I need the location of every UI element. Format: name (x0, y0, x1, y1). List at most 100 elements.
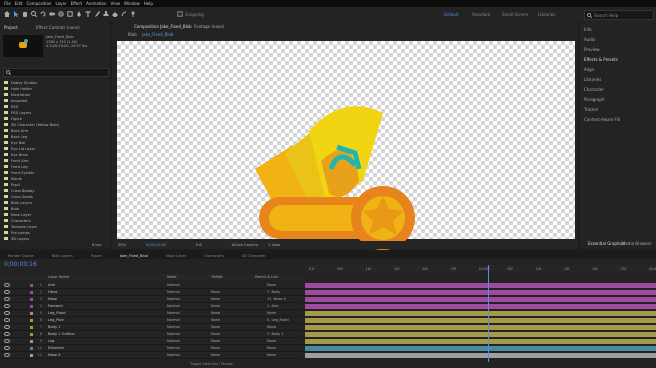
folder-icon (4, 183, 8, 186)
ruler-tick-label: 05f (507, 267, 513, 271)
layer-duration-bar[interactable] (305, 283, 656, 288)
workspace-small-screen[interactable]: Small Screen (502, 12, 528, 17)
layer-duration-bar[interactable] (305, 339, 656, 344)
column-layer-name[interactable]: Layer Name (48, 275, 167, 279)
tab-essential-graphics[interactable]: Essential Graphics (588, 241, 625, 246)
resolution-dropdown[interactable]: Full (196, 243, 202, 247)
composition-canvas[interactable] (117, 41, 575, 250)
pan-behind-tool-icon[interactable] (58, 11, 64, 17)
project-search-input[interactable] (3, 68, 109, 77)
pen-tool-icon[interactable] (76, 11, 82, 17)
help-search-placeholder: Search Help (594, 12, 619, 18)
snapping-checkbox-icon[interactable] (177, 11, 183, 17)
breadcrumb-current[interactable]: Jake_Fixed_Blob (142, 32, 173, 37)
toggle-switches-modes[interactable]: Toggle Switches / Modes (190, 362, 233, 366)
roto-brush-tool-icon[interactable] (121, 11, 127, 17)
help-search-box[interactable]: Search Help (584, 10, 654, 20)
project-item-label: Pre-comps (11, 230, 30, 235)
layer-duration-bar[interactable] (305, 325, 656, 330)
layer-duration-bar[interactable] (305, 346, 656, 351)
layer-duration-bar[interactable] (305, 311, 656, 316)
menu-window[interactable]: Window (124, 1, 140, 6)
timeline-tab[interactable]: Nose Layer (166, 254, 186, 258)
ruler-tick-label: 02:00f (649, 267, 656, 271)
timeline-timecode[interactable]: 0;00;00;16 (4, 261, 37, 268)
layer-duration-bar[interactable] (305, 318, 656, 323)
right-panel-item[interactable]: Info (584, 27, 592, 32)
project-item-label: Imported (11, 98, 28, 103)
brush-tool-icon[interactable] (94, 11, 100, 17)
zoom-level[interactable]: 50% (118, 243, 126, 247)
folder-icon (4, 117, 8, 120)
right-panel-item[interactable]: Align (584, 67, 594, 72)
workspace-default[interactable]: Default (444, 12, 459, 17)
menu-view[interactable]: View (111, 1, 121, 6)
eraser-tool-icon[interactable] (112, 11, 118, 17)
right-panel-item[interactable]: Paragraph (584, 97, 605, 102)
timeline-tab[interactable]: 3D Character (242, 254, 266, 258)
type-tool-icon[interactable] (85, 11, 91, 17)
clone-stamp-tool-icon[interactable] (103, 11, 109, 17)
menu-bar: File Edit Composition Layer Effect Anima… (0, 0, 656, 7)
right-panel-item[interactable]: Effects & Presets (584, 57, 618, 62)
column-mode[interactable]: Mode (167, 275, 211, 279)
tab-composition[interactable]: Composition Jake_Fixed_Blob (134, 24, 192, 29)
project-item[interactable]: 3D Layers (4, 235, 29, 242)
menu-composition[interactable]: Composition (26, 1, 51, 6)
workspace-libraries[interactable]: Libraries (538, 12, 555, 17)
bpc-toggle[interactable]: 8 bpc (92, 243, 102, 247)
home-icon[interactable] (4, 11, 10, 17)
column-trkmat[interactable]: TrkMat (211, 275, 255, 279)
right-panel-item[interactable]: Preview (584, 47, 600, 52)
timeline-tab[interactable]: Render Queue (8, 254, 34, 258)
rotate-tool-icon[interactable] (40, 11, 46, 17)
menu-help[interactable]: Help (144, 1, 153, 6)
timeline-tab[interactable]: Blob Layers (52, 254, 73, 258)
menu-edit[interactable]: Edit (15, 1, 23, 6)
comp-viewer-footer: 50% 0;00;00;16 Full Active Camera 1 View (112, 241, 578, 249)
layer-duration-bar[interactable] (305, 297, 656, 302)
rectangle-tool-icon[interactable] (67, 11, 73, 17)
timeline-tab[interactable]: Jake_Fixed_Blob (120, 254, 148, 258)
breadcrumb-item[interactable]: Blob (128, 32, 137, 37)
project-item-label: Eye Brow (11, 152, 28, 157)
project-item-label: Blob Layers (11, 200, 32, 205)
viewer-timecode[interactable]: 0;00;00;16 (146, 243, 166, 247)
layer-duration-bar[interactable] (305, 353, 656, 358)
hand-tool-icon[interactable] (22, 11, 28, 17)
menu-layer[interactable]: Layer (55, 1, 66, 6)
camera-dropdown[interactable]: Active Camera (232, 243, 258, 247)
folder-icon (4, 93, 8, 96)
tab-footage[interactable]: Footage (none) (194, 24, 224, 29)
views-dropdown[interactable]: 1 View (268, 243, 280, 247)
camera-tool-icon[interactable] (49, 11, 55, 17)
right-panel-item[interactable]: Content-Aware Fill (584, 117, 620, 122)
layer-duration-bar[interactable] (305, 304, 656, 309)
layer-duration-bar[interactable] (305, 332, 656, 337)
tab-media-browser[interactable]: Media Browser (622, 241, 652, 246)
snapping-label: Snapping (185, 12, 204, 17)
menu-animation[interactable]: Animation (86, 1, 106, 6)
right-panel-item[interactable]: Libraries (584, 77, 601, 82)
timeline-tab[interactable]: Characters (204, 254, 224, 258)
column-parent[interactable]: Parent & Link (255, 275, 278, 279)
timeline-tab[interactable]: Figure (91, 254, 102, 258)
timeline-panel: Render Queue Blob Layers Figure Jake_Fixed_… (0, 252, 656, 368)
workspace-standard[interactable]: Standard (472, 12, 490, 17)
tab-effect-controls[interactable]: Effect Controls (none) (36, 25, 80, 30)
menu-effect[interactable]: Effect (71, 1, 83, 6)
project-item-label: Blob (11, 206, 19, 211)
right-panel-item[interactable]: Audio (584, 37, 595, 42)
playhead[interactable] (487, 265, 489, 362)
puppet-pin-tool-icon[interactable] (130, 11, 136, 17)
project-item-label: Figure (11, 116, 22, 121)
selection-tool-icon[interactable] (13, 11, 19, 17)
layer-duration-bar[interactable] (305, 290, 656, 295)
zoom-tool-icon[interactable] (31, 11, 37, 17)
right-panel-item[interactable]: Tracker (584, 107, 598, 112)
menu-file[interactable]: File (4, 1, 11, 6)
right-panel-item[interactable]: Character (584, 87, 604, 92)
time-ruler[interactable]: 01f 05f 10f 15f 20f 25f 01:00f 05f 10f 15f 20f 25f 0… (305, 265, 656, 273)
tab-project[interactable]: Project (4, 25, 18, 30)
timeline-tabs: Render Queue Blob Layers Figure Jake_Fixed_… (0, 252, 656, 259)
